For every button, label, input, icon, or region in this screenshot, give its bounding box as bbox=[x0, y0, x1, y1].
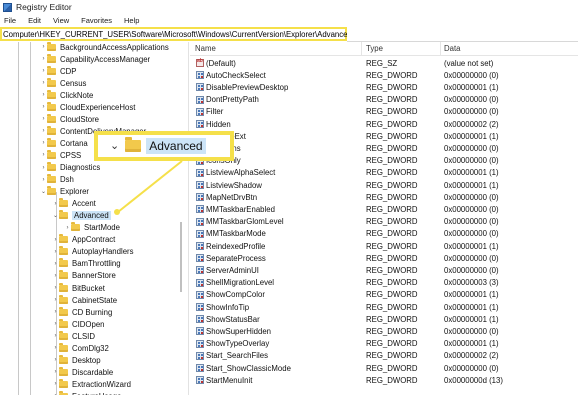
folder-icon bbox=[125, 137, 142, 152]
callout-pointer bbox=[114, 160, 183, 215]
chevron-down-icon: ⌄ bbox=[110, 139, 120, 152]
callout-box: ⌄ Advanced bbox=[98, 135, 230, 157]
callout-label: Advanced bbox=[146, 138, 206, 154]
advanced-callout: ⌄ Advanced bbox=[94, 131, 234, 161]
